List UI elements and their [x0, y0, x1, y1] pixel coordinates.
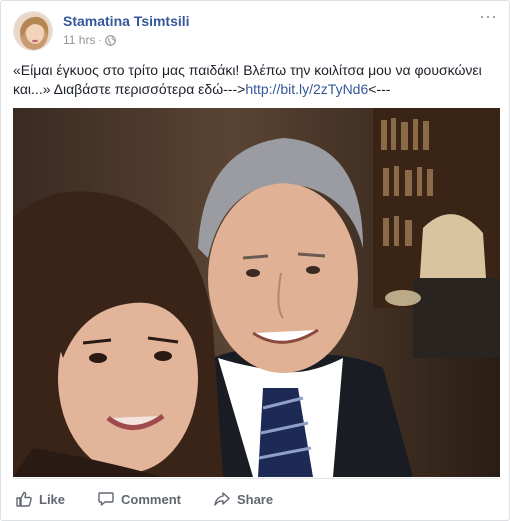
author-name[interactable]: Stamatina Tsimtsili [63, 13, 190, 29]
post-header: Stamatina Tsimtsili 11 hrs · ··· [13, 7, 499, 53]
post-text: «Είμαι έγκυος στο τρίτο μας παιδάκι! Βλέ… [13, 61, 499, 99]
post-link[interactable]: http://bit.ly/2zTyNd6 [245, 81, 368, 97]
post-meta: 11 hrs · [63, 33, 116, 47]
share-arrow-icon [214, 492, 230, 506]
timestamp[interactable]: 11 hrs [63, 33, 95, 47]
more-options-icon[interactable]: ··· [477, 7, 499, 27]
selfie-photo [13, 108, 500, 477]
post-photo[interactable] [13, 108, 500, 477]
thumbs-up-icon [16, 491, 32, 507]
post-card: Stamatina Tsimtsili 11 hrs · ··· «Είμαι … [0, 0, 510, 521]
post-text-tail: <--- [368, 81, 391, 97]
meta-separator: · [98, 34, 102, 46]
avatar-photo [14, 12, 52, 50]
like-button[interactable]: Like [13, 484, 67, 514]
actions-divider [13, 478, 499, 479]
comment-bubble-icon [98, 492, 114, 506]
comment-label: Comment [121, 491, 181, 507]
avatar[interactable] [13, 11, 53, 51]
share-button[interactable]: Share [211, 484, 275, 514]
like-label: Like [39, 491, 66, 507]
share-label: Share [236, 491, 274, 507]
globe-icon[interactable] [104, 34, 116, 46]
post-actions: Like Comment Share [13, 482, 499, 516]
comment-button[interactable]: Comment [95, 484, 183, 514]
